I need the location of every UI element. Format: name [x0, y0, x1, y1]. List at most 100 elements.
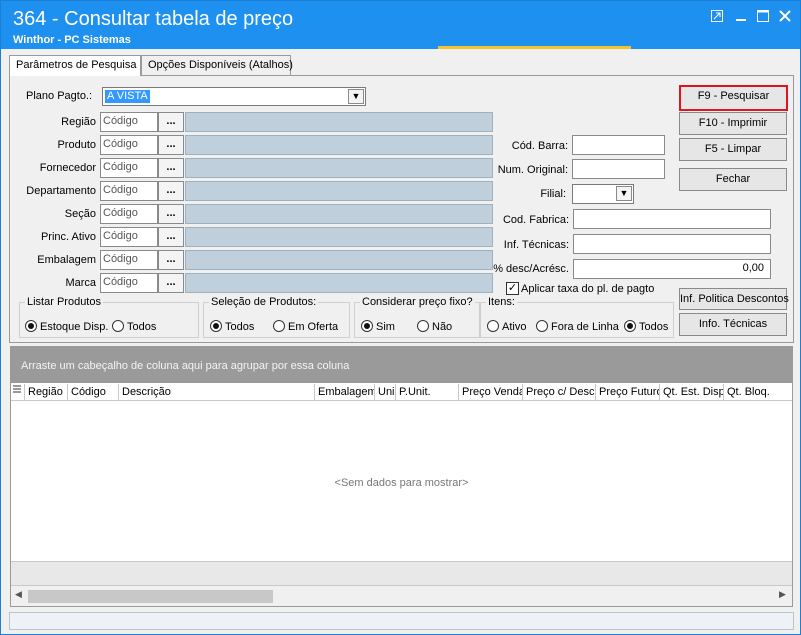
- radio-empty-icon: [487, 320, 499, 332]
- radio-empty-icon: [536, 320, 548, 332]
- departamento-label: Departamento: [26, 185, 96, 197]
- desc-acresc-label: % desc/Acrésc.: [493, 263, 569, 275]
- marca-desc-field: [185, 273, 493, 293]
- filial-select[interactable]: ▼: [572, 184, 634, 204]
- info-tecnicas-button[interactable]: Info. Técnicas: [679, 313, 787, 336]
- inf-tecnicas-input[interactable]: [573, 234, 771, 254]
- title-accent-bar: [438, 46, 631, 49]
- desc-acresc-input[interactable]: 0,00: [573, 259, 771, 279]
- considerar-sim-radio[interactable]: Sim: [361, 320, 395, 333]
- column-header[interactable]: P.Unit.: [396, 384, 459, 401]
- close-icon[interactable]: [777, 9, 793, 25]
- selecao-todos-radio[interactable]: Todos: [210, 320, 254, 333]
- scroll-right-icon[interactable]: ▶: [779, 589, 786, 600]
- column-header[interactable]: Qt. Bloq.: [724, 384, 792, 401]
- itens-todos-radio[interactable]: Todos: [624, 320, 668, 333]
- minimize-icon[interactable]: [733, 9, 749, 25]
- marca-code-input[interactable]: Código: [100, 273, 158, 293]
- tab-panel-parametros: Plano Pagto.: A VISTA ▼ Região Código ..…: [9, 75, 794, 343]
- grid-header: Região Código Descrição Embalagem Uni P.…: [11, 384, 792, 401]
- tab-parametros[interactable]: Parâmetros de Pesquisa: [9, 55, 141, 76]
- politica-descontos-button[interactable]: Inf. Politica Descontos: [679, 288, 789, 310]
- considerar-nao-radio[interactable]: Não: [417, 320, 452, 333]
- radio-empty-icon: [417, 320, 429, 332]
- maximize-icon[interactable]: [755, 9, 771, 25]
- grid-footer: [11, 561, 792, 585]
- princ-ativo-label: Princ. Ativo: [40, 231, 96, 243]
- tab-opcoes[interactable]: Opções Disponíveis (Atalhos): [141, 55, 293, 75]
- produto-code-input[interactable]: Código: [100, 135, 158, 155]
- considerar-preco-title: Considerar preço fixo?: [360, 296, 475, 308]
- princ-ativo-lookup-button[interactable]: ...: [158, 227, 184, 247]
- scroll-left-icon[interactable]: ◀: [15, 589, 22, 600]
- plano-value: A VISTA: [105, 90, 150, 103]
- column-header[interactable]: Preço Venda: [459, 384, 523, 401]
- marca-lookup-button[interactable]: ...: [158, 273, 184, 293]
- aplicar-taxa-label: Aplicar taxa do pl. de pagto: [521, 283, 655, 295]
- selecao-em-oferta-radio[interactable]: Em Oferta: [273, 320, 338, 333]
- column-header[interactable]: Preço Futuro: [596, 384, 660, 401]
- itens-group: Itens: Ativo Fora de Linha Todos: [480, 296, 674, 338]
- column-header[interactable]: Uni: [375, 384, 396, 401]
- regiao-code-input[interactable]: Código: [100, 112, 158, 132]
- fechar-button[interactable]: Fechar: [679, 168, 787, 191]
- cod-fabrica-input[interactable]: [573, 209, 771, 229]
- results-grid: Arraste um cabeçalho de coluna aqui para…: [10, 346, 793, 607]
- fornecedor-lookup-button[interactable]: ...: [158, 158, 184, 178]
- status-bar: [9, 612, 794, 630]
- imprimir-button[interactable]: F10 - Imprimir: [679, 112, 787, 135]
- fornecedor-code-input[interactable]: Código: [100, 158, 158, 178]
- selecao-produtos-title: Seleção de Produtos:: [209, 296, 319, 308]
- aplicar-taxa-checkbox[interactable]: ✓: [506, 282, 519, 295]
- radio-selected-icon: [361, 320, 373, 332]
- secao-lookup-button[interactable]: ...: [158, 204, 184, 224]
- fornecedor-label: Fornecedor: [39, 162, 96, 174]
- empty-grid-message: <Sem dados para mostrar>: [334, 477, 469, 489]
- window-subtitle: Winthor - PC Sistemas: [13, 34, 131, 46]
- cod-barra-input[interactable]: [572, 135, 665, 155]
- chevron-down-icon[interactable]: ▼: [616, 186, 632, 201]
- column-chooser-icon[interactable]: [11, 384, 25, 401]
- embalagem-code-input[interactable]: Código: [100, 250, 158, 270]
- itens-ativo-radio[interactable]: Ativo: [487, 320, 526, 333]
- princ-ativo-desc-field: [185, 227, 493, 247]
- column-header[interactable]: Embalagem: [315, 384, 375, 401]
- princ-ativo-code-input[interactable]: Código: [100, 227, 158, 247]
- produto-lookup-button[interactable]: ...: [158, 135, 184, 155]
- scroll-thumb[interactable]: [28, 590, 273, 603]
- restore-icon[interactable]: [709, 9, 725, 25]
- embalagem-lookup-button[interactable]: ...: [158, 250, 184, 270]
- plano-select[interactable]: A VISTA ▼: [102, 87, 366, 106]
- column-header[interactable]: Preço c/ Desc.: [523, 384, 596, 401]
- departamento-code-input[interactable]: Código: [100, 181, 158, 201]
- embalagem-desc-field: [185, 250, 493, 270]
- secao-code-input[interactable]: Código: [100, 204, 158, 224]
- column-header[interactable]: Descrição: [119, 384, 315, 401]
- listar-estoque-radio[interactable]: Estoque Disp.: [25, 320, 108, 333]
- produto-label: Produto: [57, 139, 96, 151]
- secao-desc-field: [185, 204, 493, 224]
- title-bar[interactable]: 364 - Consultar tabela de preço Winthor …: [1, 1, 800, 49]
- listar-todos-radio[interactable]: Todos: [112, 320, 156, 333]
- radio-empty-icon: [273, 320, 285, 332]
- selecao-produtos-group: Seleção de Produtos: Todos Em Oferta: [203, 296, 350, 338]
- column-header[interactable]: Região: [25, 384, 68, 401]
- limpar-button[interactable]: F5 - Limpar: [679, 138, 787, 161]
- radio-selected-icon: [624, 320, 636, 332]
- produto-desc-field: [185, 135, 493, 155]
- cod-fabrica-label: Cod. Fabrica:: [502, 214, 569, 226]
- pesquisar-button[interactable]: F9 - Pesquisar: [679, 85, 788, 111]
- horizontal-scrollbar[interactable]: ◀ ▶: [11, 585, 792, 606]
- radio-selected-icon: [210, 320, 222, 332]
- column-header[interactable]: Código: [68, 384, 119, 401]
- chevron-down-icon[interactable]: ▼: [348, 89, 364, 104]
- departamento-lookup-button[interactable]: ...: [158, 181, 184, 201]
- inf-tecnicas-label: Inf. Técnicas:: [503, 239, 569, 251]
- regiao-lookup-button[interactable]: ...: [158, 112, 184, 132]
- column-header[interactable]: Qt. Est. Disp: [660, 384, 724, 401]
- itens-fora-linha-radio[interactable]: Fora de Linha: [536, 320, 619, 333]
- group-by-panel[interactable]: Arraste um cabeçalho de coluna aqui para…: [11, 347, 792, 383]
- num-original-input[interactable]: [572, 159, 665, 179]
- window-title: 364 - Consultar tabela de preço: [13, 8, 294, 30]
- filial-label: Filial:: [540, 188, 566, 200]
